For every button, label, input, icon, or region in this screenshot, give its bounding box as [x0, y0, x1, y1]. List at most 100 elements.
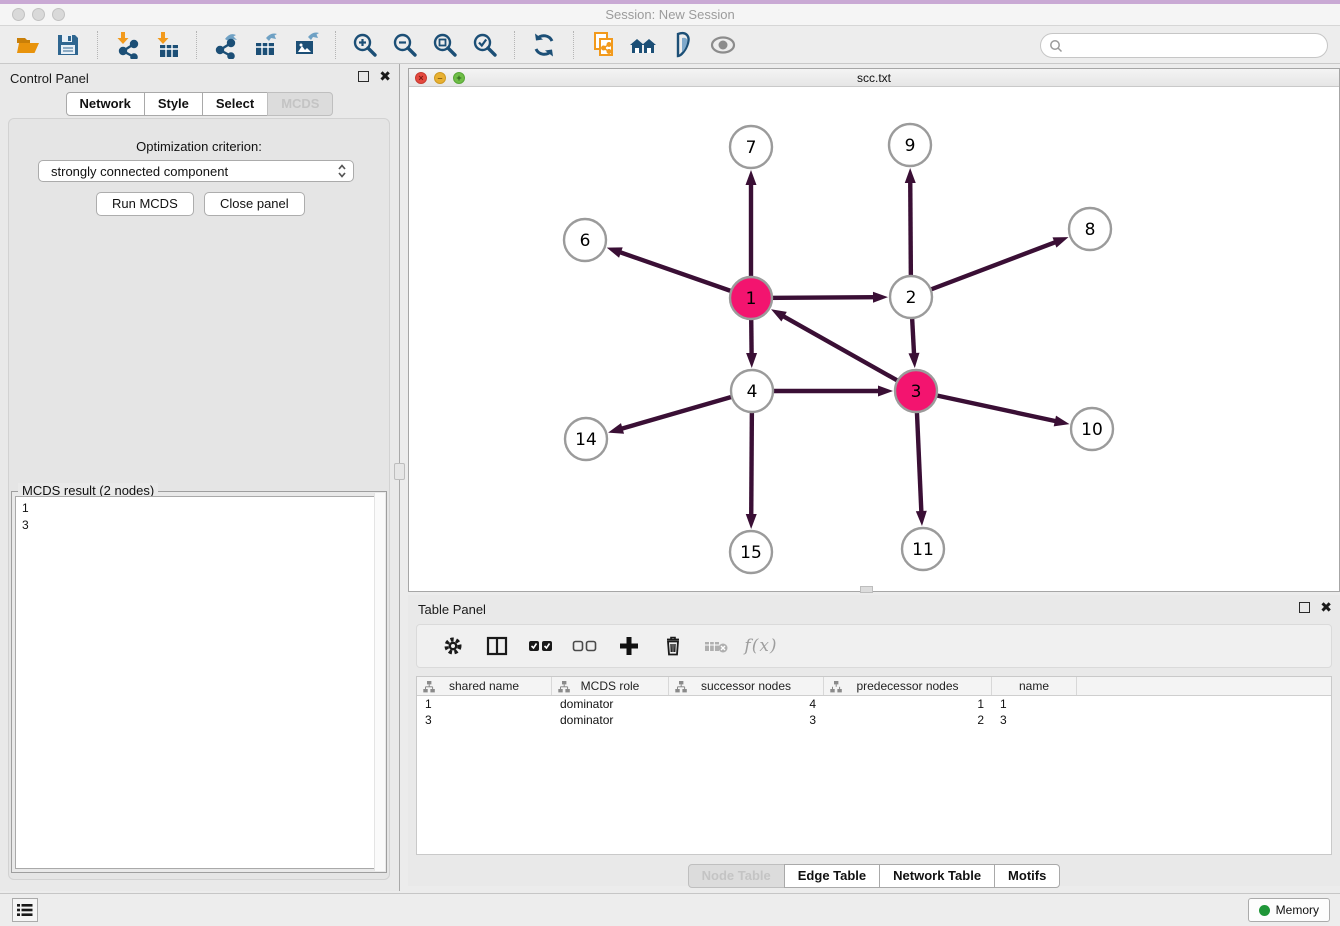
float-panel-icon[interactable] [358, 71, 369, 82]
tab-select[interactable]: Select [202, 92, 268, 116]
graph-node-label: 15 [740, 543, 762, 563]
toolbar-separator [97, 31, 98, 59]
memory-status-icon [1259, 905, 1270, 916]
graph-edge-arrowhead [916, 511, 927, 526]
duplicate-network-icon[interactable] [588, 30, 618, 60]
import-table-icon[interactable] [152, 30, 182, 60]
cell-shared-name[interactable]: 1 [417, 696, 552, 712]
houses-icon[interactable] [628, 30, 658, 60]
save-session-icon[interactable] [53, 30, 83, 60]
import-network-icon[interactable] [112, 30, 142, 60]
table-row[interactable]: 3 dominator 3 2 3 [417, 712, 1331, 728]
table-tabs: Node Table Edge Table Network Table Moti… [408, 864, 1340, 888]
memory-button[interactable]: Memory [1248, 898, 1330, 922]
paint-style-icon[interactable] [668, 30, 698, 60]
eye-icon[interactable] [708, 30, 738, 60]
zoom-out-icon[interactable] [390, 30, 420, 60]
column-label: name [1019, 679, 1049, 693]
tab-edge-table[interactable]: Edge Table [784, 864, 880, 888]
criterion-select[interactable]: strongly connected component [38, 160, 354, 182]
float-panel-icon[interactable] [1299, 602, 1310, 613]
cell-mcds-role[interactable]: dominator [552, 696, 669, 712]
zoom-in-icon[interactable] [350, 30, 380, 60]
export-image-icon[interactable] [291, 30, 321, 60]
cell-predecessor-nodes[interactable]: 2 [824, 712, 992, 728]
criterion-selected-value: strongly connected component [39, 164, 337, 179]
graph-edge-3-1[interactable] [782, 316, 916, 391]
attribute-icon [830, 681, 842, 693]
tab-style[interactable]: Style [144, 92, 203, 116]
tab-network-table[interactable]: Network Table [879, 864, 995, 888]
graph-edge-arrowhead [1054, 416, 1070, 427]
table-panel-title: Table Panel [418, 602, 486, 617]
delete-column-icon[interactable] [658, 631, 688, 661]
toolbar-separator [514, 31, 515, 59]
split-pane-icon[interactable] [482, 631, 512, 661]
export-table-icon[interactable] [251, 30, 281, 60]
cell-mcds-role[interactable]: dominator [552, 712, 669, 728]
tab-node-table[interactable]: Node Table [688, 864, 785, 888]
column-label: predecessor nodes [856, 679, 958, 693]
cell-name[interactable]: 1 [992, 696, 1077, 712]
memory-label: Memory [1276, 903, 1319, 917]
column-header-successor-nodes[interactable]: successor nodes [669, 677, 824, 695]
search-input[interactable] [1063, 35, 1327, 56]
column-header-shared-name[interactable]: shared name [417, 677, 552, 695]
graph-node-label: 2 [906, 288, 917, 308]
run-mcds-button[interactable]: Run MCDS [96, 192, 194, 216]
app-title: Session: New Session [0, 7, 1340, 22]
toolbar-separator [573, 31, 574, 59]
attribute-icon [423, 681, 435, 693]
table-row[interactable]: 1 dominator 4 1 1 [417, 696, 1331, 712]
list-icon [17, 903, 33, 917]
deselect-all-checkboxes-icon[interactable] [570, 631, 600, 661]
mcds-tab-content: Optimization criterion: strongly connect… [8, 118, 390, 880]
tab-mcds[interactable]: MCDS [267, 92, 333, 116]
table-header-row: shared name MCDS role successor nodes pr… [417, 677, 1331, 696]
column-label: successor nodes [701, 679, 791, 693]
settings-gear-icon[interactable] [438, 631, 468, 661]
tab-network[interactable]: Network [66, 92, 145, 116]
open-session-icon[interactable] [13, 30, 43, 60]
vertical-splitter-grip[interactable] [394, 463, 405, 480]
close-panel-icon[interactable]: ✖ [379, 71, 391, 82]
column-header-name[interactable]: name [992, 677, 1077, 695]
graph-edge-2-8[interactable] [911, 242, 1056, 297]
task-history-button[interactable] [12, 898, 38, 922]
network-window-titlebar[interactable]: × – + scc.txt [409, 69, 1339, 87]
cell-predecessor-nodes[interactable]: 1 [824, 696, 992, 712]
select-all-checkboxes-icon[interactable] [526, 631, 556, 661]
graph-node-label: 6 [580, 231, 591, 251]
graph-edge-arrowhead [746, 514, 757, 529]
export-network-icon[interactable] [211, 30, 241, 60]
control-panel-title: Control Panel [10, 71, 89, 86]
network-window-resize-grip[interactable] [860, 586, 873, 593]
cell-shared-name[interactable]: 3 [417, 712, 552, 728]
zoom-fit-icon[interactable] [430, 30, 460, 60]
app-titlebar: Session: New Session [0, 0, 1340, 26]
add-column-icon[interactable] [614, 631, 644, 661]
result-scrollbar[interactable] [374, 493, 385, 871]
column-header-predecessor-nodes[interactable]: predecessor nodes [824, 677, 992, 695]
search-icon [1049, 39, 1063, 53]
network-canvas-svg[interactable]: 7968124314101511 [409, 87, 1339, 591]
cell-successor-nodes[interactable]: 3 [669, 712, 824, 728]
select-stepper-icon [337, 163, 347, 179]
cell-name[interactable]: 3 [992, 712, 1077, 728]
graph-node-label: 8 [1085, 220, 1096, 240]
graph-edge-arrowhead [607, 247, 623, 257]
mcds-result-text[interactable]: 1 3 [15, 496, 383, 869]
graph-edge-arrowhead [746, 353, 757, 368]
column-header-mcds-role[interactable]: MCDS role [552, 677, 669, 695]
delete-table-icon[interactable] [702, 631, 732, 661]
graph-node-label: 10 [1081, 420, 1103, 440]
close-panel-icon[interactable]: ✖ [1320, 602, 1332, 613]
close-panel-button[interactable]: Close panel [204, 192, 305, 216]
cell-successor-nodes[interactable]: 4 [669, 696, 824, 712]
function-builder-icon[interactable]: f(x) [746, 631, 776, 661]
zoom-selected-icon[interactable] [470, 30, 500, 60]
search-field[interactable] [1040, 33, 1328, 58]
graph-edge-arrowhead [878, 386, 893, 397]
refresh-icon[interactable] [529, 30, 559, 60]
tab-motifs[interactable]: Motifs [994, 864, 1060, 888]
